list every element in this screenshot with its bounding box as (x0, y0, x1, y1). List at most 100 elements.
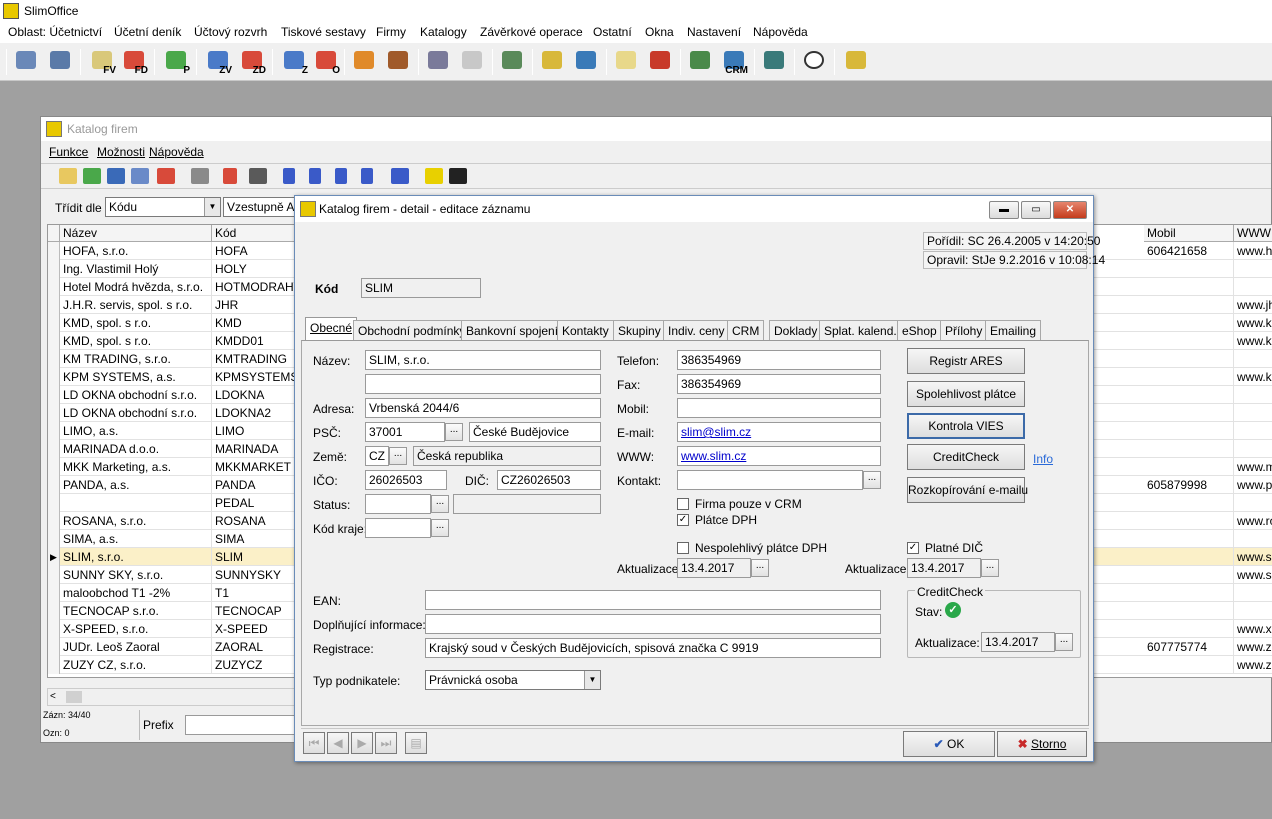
order-z-icon[interactable]: Z (280, 48, 308, 76)
catalog-menu-napoveda[interactable]: Nápověda (149, 145, 204, 159)
menu-uctovy-rozvrh[interactable]: Účtový rozvrh (194, 25, 267, 39)
address-field[interactable]: Vrbenská 2044/6 (365, 398, 601, 418)
binoculars-icon[interactable] (249, 168, 267, 184)
previous-record-icon[interactable]: ◀ (327, 732, 349, 754)
scroll-left-icon[interactable]: < (50, 691, 56, 702)
info-icon[interactable] (800, 48, 828, 76)
column-header-mobile[interactable]: Mobil (1144, 225, 1234, 242)
row-indicator[interactable] (48, 530, 60, 548)
row-indicator[interactable] (48, 350, 60, 368)
column-header-www[interactable]: WWW (1234, 225, 1272, 242)
region-field[interactable] (365, 518, 431, 538)
menu-ostatni[interactable]: Ostatní (593, 25, 632, 39)
creditcheck-update-button[interactable]: ... (1055, 633, 1073, 651)
city-field[interactable]: České Budějovice (469, 422, 601, 442)
sort-select[interactable]: Kódu ▼ (105, 197, 221, 217)
columns-setup-icon[interactable] (425, 168, 443, 184)
truck-icon[interactable] (572, 48, 600, 76)
row-indicator[interactable] (48, 566, 60, 584)
invoice-issued-icon[interactable]: FV (88, 48, 116, 76)
crm-only-checkbox[interactable] (677, 498, 689, 510)
row-indicator[interactable] (48, 386, 60, 404)
payment-icon[interactable]: P (162, 48, 190, 76)
code-field[interactable]: SLIM (361, 278, 481, 298)
previous-record-icon[interactable] (309, 168, 321, 184)
column-header-name[interactable]: Název (60, 225, 212, 242)
unreliable-checkbox[interactable] (677, 542, 689, 554)
prefix-input[interactable] (185, 715, 297, 735)
next-record-icon[interactable] (335, 168, 347, 184)
row-indicator[interactable] (48, 404, 60, 422)
row-indicator[interactable] (48, 332, 60, 350)
people-icon[interactable] (686, 48, 714, 76)
close-icon[interactable]: ✕ (1053, 201, 1087, 219)
status-field[interactable] (365, 494, 431, 514)
menu-zaverkove-operace[interactable]: Závěrkové operace (480, 25, 583, 39)
kontrola-vies-button[interactable]: Kontrola VIES (907, 413, 1025, 439)
refresh-icon[interactable] (391, 168, 409, 184)
row-indicator[interactable] (48, 314, 60, 332)
cancel-button[interactable]: ✖ Storno (997, 731, 1087, 757)
books-icon[interactable] (384, 48, 412, 76)
row-indicator[interactable] (48, 368, 60, 386)
menu-firmy[interactable]: Firmy (376, 25, 406, 39)
tab-obchodni-podminky[interactable]: Obchodní podmínky (353, 320, 471, 340)
tab-eshop[interactable]: eShop (897, 320, 942, 340)
columns-icon[interactable] (12, 48, 40, 76)
contact-lookup-button[interactable]: ... (863, 471, 881, 489)
first-record-icon[interactable] (283, 168, 295, 184)
zip-field[interactable]: 37001 (365, 422, 445, 442)
tab-bankovni-spojeni[interactable]: Bankovní spojení (461, 320, 564, 340)
last-record-icon[interactable] (361, 168, 373, 184)
row-indicator[interactable] (48, 512, 60, 530)
registr-ares-button[interactable]: Registr ARES (907, 348, 1025, 374)
zip-lookup-button[interactable]: ... (445, 423, 463, 441)
tab-indiv-ceny[interactable]: Indiv. ceny (663, 320, 730, 340)
menu-katalogy[interactable]: Katalogy (420, 25, 467, 39)
scroll-thumb[interactable] (66, 691, 82, 703)
row-indicator[interactable] (48, 656, 60, 674)
sign-icon[interactable] (458, 48, 486, 76)
menu-okna[interactable]: Okna (645, 25, 674, 39)
row-indicator[interactable] (48, 422, 60, 440)
row-indicator[interactable] (48, 476, 60, 494)
menu-ucetni-denik[interactable]: Účetní deník (114, 25, 181, 39)
dic-update-button[interactable]: ... (981, 559, 999, 577)
tab-splat-kalend[interactable]: Splat. kalend. (819, 320, 902, 340)
order-o-icon[interactable]: O (312, 48, 340, 76)
stamp-icon[interactable] (646, 48, 674, 76)
menu-oblast[interactable]: Oblast: Účetnictví (8, 25, 102, 39)
column-header-code[interactable]: Kód (212, 225, 302, 242)
order-select[interactable]: Vzestupně A (223, 197, 297, 217)
bag-icon[interactable] (538, 48, 566, 76)
mobile-field[interactable] (677, 398, 881, 418)
catalog-menu-moznosti[interactable]: Možnosti (97, 145, 145, 159)
edit-record-icon[interactable] (107, 168, 125, 184)
creditcheck-button[interactable]: CreditCheck (907, 444, 1025, 470)
email-split-button[interactable]: Rozkopírování e-mailu (907, 477, 1028, 503)
first-record-icon[interactable]: ⏮ (303, 732, 325, 754)
row-indicator[interactable]: ▶ (48, 548, 60, 566)
fax-field[interactable]: 386354969 (677, 374, 881, 394)
row-indicator[interactable] (48, 242, 60, 260)
minimize-icon[interactable]: ▬ (989, 201, 1019, 219)
print-icon[interactable]: ▤ (405, 732, 427, 754)
menu-nastaveni[interactable]: Nastavení (687, 25, 741, 39)
row-indicator[interactable] (48, 620, 60, 638)
font-setup-icon[interactable] (449, 168, 467, 184)
vat-payer-checkbox[interactable]: ✓ (677, 514, 689, 526)
tab-crm[interactable]: CRM (727, 320, 765, 340)
country-lookup-button[interactable]: ... (389, 447, 407, 465)
advance-issued-icon[interactable]: ZV (204, 48, 232, 76)
spolehlivost-platce-button[interactable]: Spolehlivost plátce (907, 381, 1025, 407)
ean-field[interactable] (425, 590, 881, 610)
bank-icon[interactable] (424, 48, 452, 76)
name2-field[interactable] (365, 374, 601, 394)
info-link[interactable]: Info (1033, 452, 1053, 466)
business-type-select[interactable]: Právnická osoba ▼ (425, 670, 601, 690)
row-indicator[interactable] (48, 296, 60, 314)
status-lookup-button[interactable]: ... (431, 495, 449, 513)
row-indicator[interactable] (48, 584, 60, 602)
invoice-received-icon[interactable]: FD (120, 48, 148, 76)
name-field[interactable]: SLIM, s.r.o. (365, 350, 601, 370)
